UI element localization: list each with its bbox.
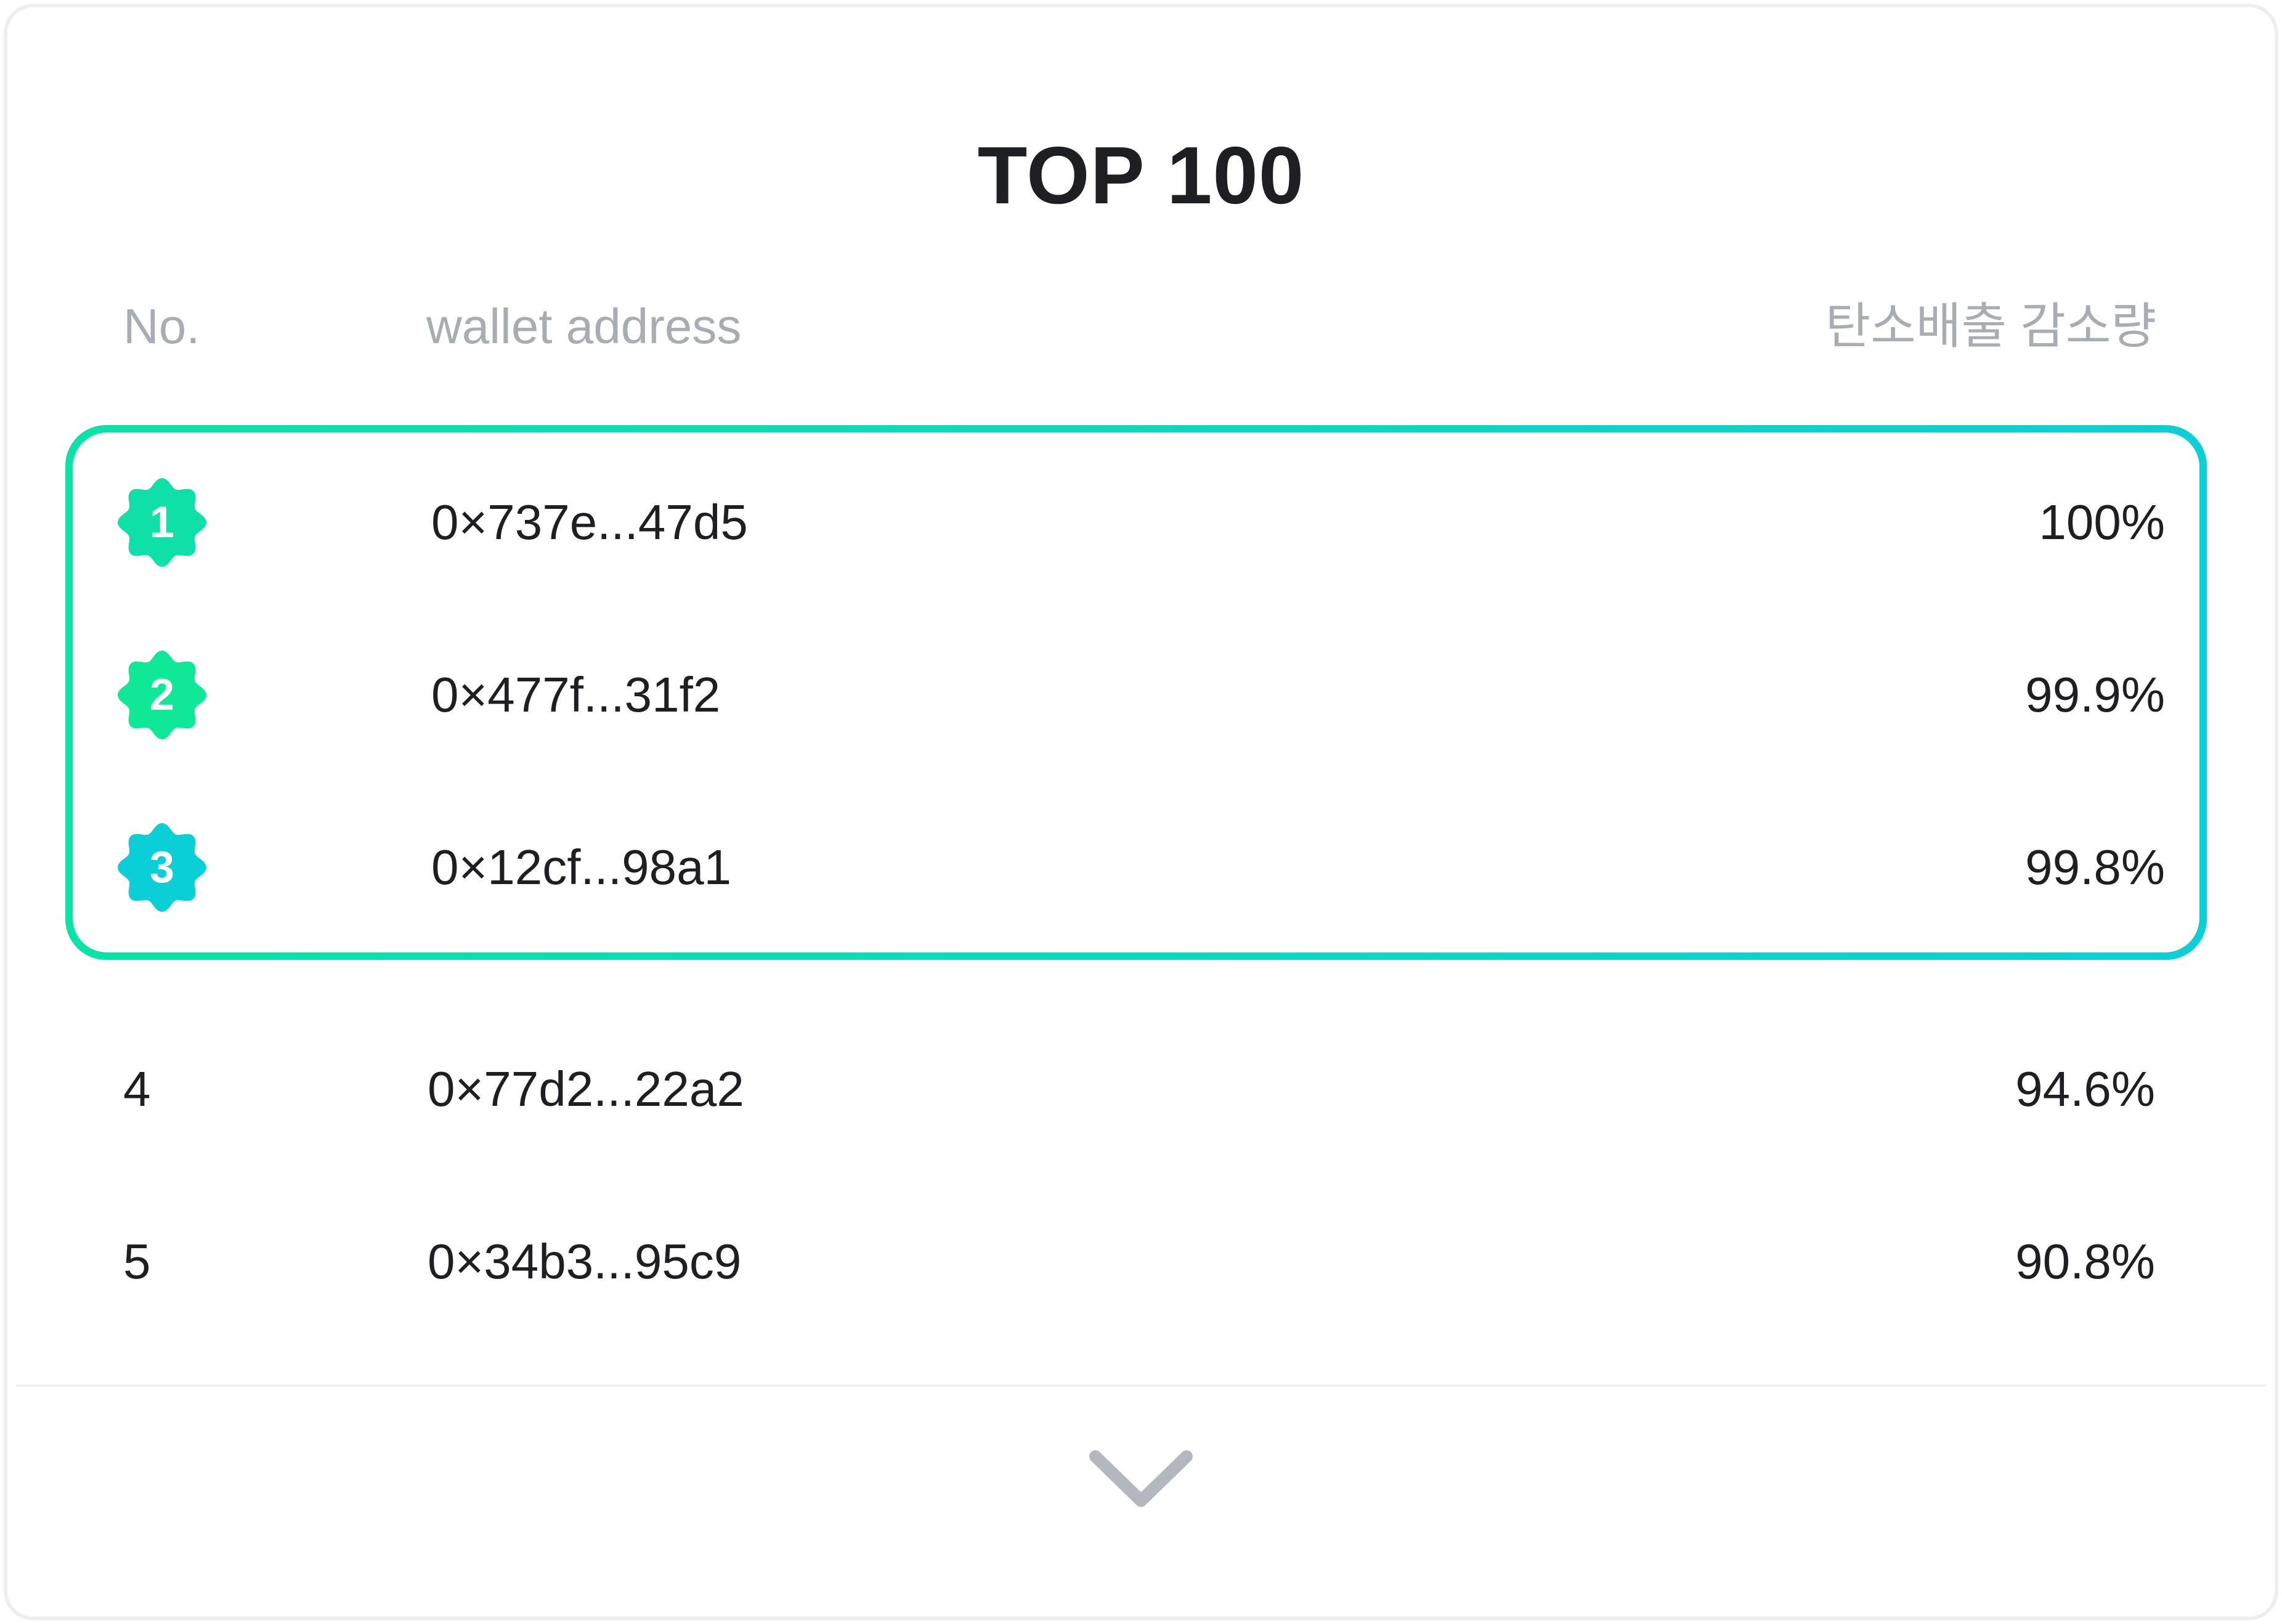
wallet-address: 0×77d2...22a2 [428, 1062, 744, 1116]
carbon-reduction-value: 94.6% [2015, 1062, 2155, 1116]
rank-badge: 2 [116, 649, 208, 741]
table-row[interactable]: 4 0×77d2...22a2 94.6% [0, 1043, 2282, 1135]
rank-number: 4 [123, 1062, 151, 1116]
table-row[interactable]: 5 0×34b3...95c9 90.8% [0, 1216, 2282, 1308]
rank-badge: 1 [116, 476, 208, 569]
expand-list-button[interactable] [1086, 1447, 1196, 1514]
rank-number: 3 [149, 843, 175, 892]
divider [16, 1384, 2266, 1387]
table-row[interactable]: 1 0×737e...47d5 100% [0, 476, 2282, 569]
table-row[interactable]: 2 0×477f...31f2 99.9% [0, 649, 2282, 741]
wallet-address: 0×737e...47d5 [431, 495, 748, 550]
table-row[interactable]: 3 0×12cf...98a1 99.8% [0, 821, 2282, 914]
column-header-wallet-address: wallet address [426, 299, 742, 354]
rank-badge: 3 [116, 821, 208, 914]
rank-number: 1 [149, 498, 175, 547]
carbon-reduction-value: 90.8% [2015, 1234, 2155, 1289]
rank-number: 5 [123, 1234, 151, 1289]
carbon-reduction-value: 99.8% [2025, 840, 2165, 895]
carbon-reduction-value: 100% [2039, 495, 2165, 550]
carbon-reduction-value: 99.9% [2025, 667, 2165, 722]
column-header-carbon-reduction: 탄소배출 감소량 [1825, 299, 2156, 354]
wallet-address: 0×477f...31f2 [431, 667, 721, 722]
rank-number: 2 [149, 670, 175, 720]
wallet-address: 0×34b3...95c9 [428, 1234, 742, 1289]
chevron-down-icon [1089, 1450, 1193, 1507]
wallet-address: 0×12cf...98a1 [431, 840, 732, 895]
page-title: TOP 100 [977, 130, 1305, 221]
column-header-no: No. [123, 299, 200, 354]
